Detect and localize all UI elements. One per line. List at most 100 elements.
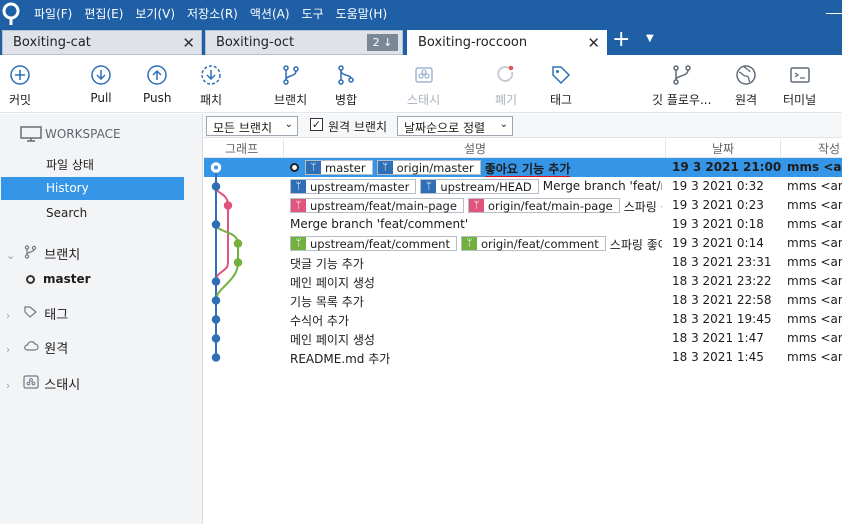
commit-node[interactable] [211, 334, 221, 343]
sidebar-item-file-status[interactable]: 파일 상태 [1, 152, 184, 175]
column-author[interactable]: 작성 [818, 140, 840, 157]
merge-button[interactable]: 병합 [334, 63, 358, 108]
menu-item[interactable]: 도움말(H) [336, 5, 388, 22]
tab-boxiting-cat[interactable]: Boxiting-cat ✕ [2, 30, 202, 55]
sidebar-section-stashes[interactable]: › 스태시 [6, 374, 80, 393]
commit-node[interactable] [233, 258, 243, 267]
fetch-button[interactable]: 패치 [199, 63, 223, 108]
tab-boxiting-oct[interactable]: Boxiting-oct 2 ↓ [205, 30, 403, 55]
branch-ref-label[interactable]: ᛘ upstream/feat/main-page [290, 198, 464, 213]
menu-item[interactable]: 보기(V) [135, 5, 175, 22]
commit-row[interactable]: ᛘ master ᛘ origin/master 좋아요 기능 추가 19 3 2021 … [204, 158, 842, 177]
tab-boxiting-roccoon[interactable]: Boxiting-roccoon ✕ [407, 30, 607, 55]
commit-node[interactable] [211, 353, 221, 362]
commit-node[interactable] [233, 239, 243, 248]
commit-date: 19 3 2021 0:23 [672, 198, 764, 212]
tag-button[interactable]: 태그 [549, 63, 573, 108]
commit-graph [210, 162, 243, 362]
column-graph[interactable]: 그래프 [225, 140, 258, 157]
menu-item[interactable]: 도구 [302, 5, 324, 22]
tags-label: 태그 [44, 308, 69, 323]
chevron-down-icon: ⌄ [6, 249, 16, 262]
commit-description: 메인 페이지 생성 [290, 331, 662, 348]
add-tab-icon[interactable]: + [612, 29, 630, 51]
stash-icon [414, 67, 433, 83]
sidebar-item-search[interactable]: Search [1, 202, 184, 225]
commit-description: 수식어 추가 [290, 312, 662, 329]
remote-branches-label: 원격 브랜치 [328, 120, 388, 134]
chevron-down-icon[interactable]: ▼ [646, 33, 654, 44]
commit-node[interactable] [211, 220, 221, 229]
ref-name: origin/master [396, 161, 474, 175]
branch-icon: ᛘ [306, 161, 321, 174]
commit-row[interactable]: ᛘ upstream/feat/main-page ᛘ origin/feat/mai… [204, 196, 842, 215]
branch-ref-label[interactable]: ᛘ master [305, 160, 373, 175]
sort-dropdown[interactable]: 날짜순으로 정렬 ⌄ [397, 116, 513, 136]
commit-row[interactable]: 메인 페이지 생성 18 3 2021 1:47 mms <ans [204, 329, 842, 348]
branch-ref-label[interactable]: ᛘ upstream/master [290, 179, 417, 194]
stash-button[interactable]: 스태시 [407, 63, 440, 108]
branch-ref-label[interactable]: ᛘ upstream/HEAD [420, 179, 539, 194]
branch-ref-label[interactable]: ᛘ origin/feat/main-page [467, 198, 620, 213]
branch-icon: ᛘ [461, 237, 477, 250]
commit-node[interactable] [211, 277, 221, 286]
sidebar-section-remotes[interactable]: › 원격 [6, 338, 68, 357]
commit-row[interactable]: 댓글 기능 추가 18 3 2021 23:31 mms <ans [204, 253, 842, 272]
remote-button[interactable]: 원격 [734, 63, 758, 108]
branch-button[interactable]: 브랜치 [274, 63, 307, 108]
branch-ref-label[interactable]: ᛘ origin/feat/comment [460, 236, 606, 251]
commit-node[interactable] [211, 315, 221, 324]
ref-name: origin/feat/main-page [487, 199, 613, 213]
commit-row[interactable]: 기능 목록 추가 18 3 2021 22:58 mms <ans [204, 291, 842, 310]
menu-item[interactable]: 액션(A) [250, 5, 290, 22]
branch-ref-label[interactable]: ᛘ origin/master [376, 160, 481, 175]
commit-author: mms <ans [787, 160, 842, 174]
close-icon[interactable]: ✕ [587, 34, 600, 52]
branch-filter-dropdown[interactable]: 모든 브랜치 ⌄ [206, 116, 298, 136]
discard-button[interactable]: 폐기 [494, 63, 518, 108]
minimize-icon[interactable] [826, 13, 842, 14]
remote-branches-checkbox[interactable]: ✓ [310, 118, 323, 131]
menu-item[interactable]: 파일(F) [34, 5, 72, 22]
commit-row[interactable]: README.md 추가 18 3 2021 1:45 mms <ans [204, 348, 842, 367]
fetch-circle-icon [201, 65, 221, 85]
commit-message: 스파링 싱 [623, 200, 662, 214]
sidebar-section-branches[interactable]: ⌄ 브랜치 [6, 244, 80, 263]
commit-message: Merge branch 'feat/m [542, 179, 662, 193]
remote-label: 원격 [734, 93, 758, 107]
commit-description: Merge branch 'feat/comment' [290, 217, 662, 231]
chevron-right-icon: › [6, 379, 11, 392]
terminal-label: 터미널 [783, 93, 817, 107]
sort-value: 날짜순으로 정렬 [404, 121, 486, 135]
commit-row[interactable]: 수식어 추가 18 3 2021 19:45 mms <ans [204, 310, 842, 329]
commit-row[interactable]: Merge branch 'feat/comment' 19 3 2021 0:1… [204, 215, 842, 234]
commit-button[interactable]: 커밋 [8, 63, 32, 108]
menu-item[interactable]: 저장소(R) [187, 5, 238, 22]
commit-row[interactable]: 메인 페이지 생성 18 3 2021 23:22 mms <ans [204, 272, 842, 291]
sidebar-section-tags[interactable]: › 태그 [6, 304, 68, 323]
branch-ref-label[interactable]: ᛘ upstream/feat/comment [290, 236, 457, 251]
push-button[interactable]: Push [143, 63, 172, 105]
commit-message: 수식어 추가 [290, 314, 350, 328]
commit-message: README.md 추가 [290, 352, 391, 366]
commit-node[interactable] [211, 296, 221, 305]
branch-name: master [43, 272, 91, 286]
commit-node[interactable] [211, 182, 221, 191]
commit-date: 18 3 2021 1:47 [672, 331, 764, 345]
commit-message: 댓글 기능 추가 [290, 257, 364, 271]
commit-row[interactable]: ᛘ upstream/master ᛘ upstream/HEAD Merge bran… [204, 177, 842, 196]
commit-node[interactable] [223, 201, 233, 210]
sidebar-item-history[interactable]: History [1, 177, 184, 200]
commit-row[interactable]: ᛘ upstream/feat/comment ᛘ origin/feat/comme… [204, 234, 842, 253]
commit-author: mms <ans [787, 236, 842, 250]
terminal-button[interactable]: 터미널 [783, 63, 816, 108]
tab-label: Boxiting-roccoon [418, 35, 528, 50]
git-flow-button[interactable]: 깃 플로우... [652, 63, 711, 108]
column-description[interactable]: 설명 [464, 140, 486, 157]
pull-button[interactable]: Pull [89, 63, 113, 105]
column-date[interactable]: 날짜 [712, 140, 734, 157]
menu-item[interactable]: 편집(E) [84, 5, 123, 22]
chevron-down-icon: ⌄ [499, 119, 508, 130]
branch-item-master[interactable]: master [26, 272, 91, 286]
close-icon[interactable]: ✕ [182, 34, 195, 52]
